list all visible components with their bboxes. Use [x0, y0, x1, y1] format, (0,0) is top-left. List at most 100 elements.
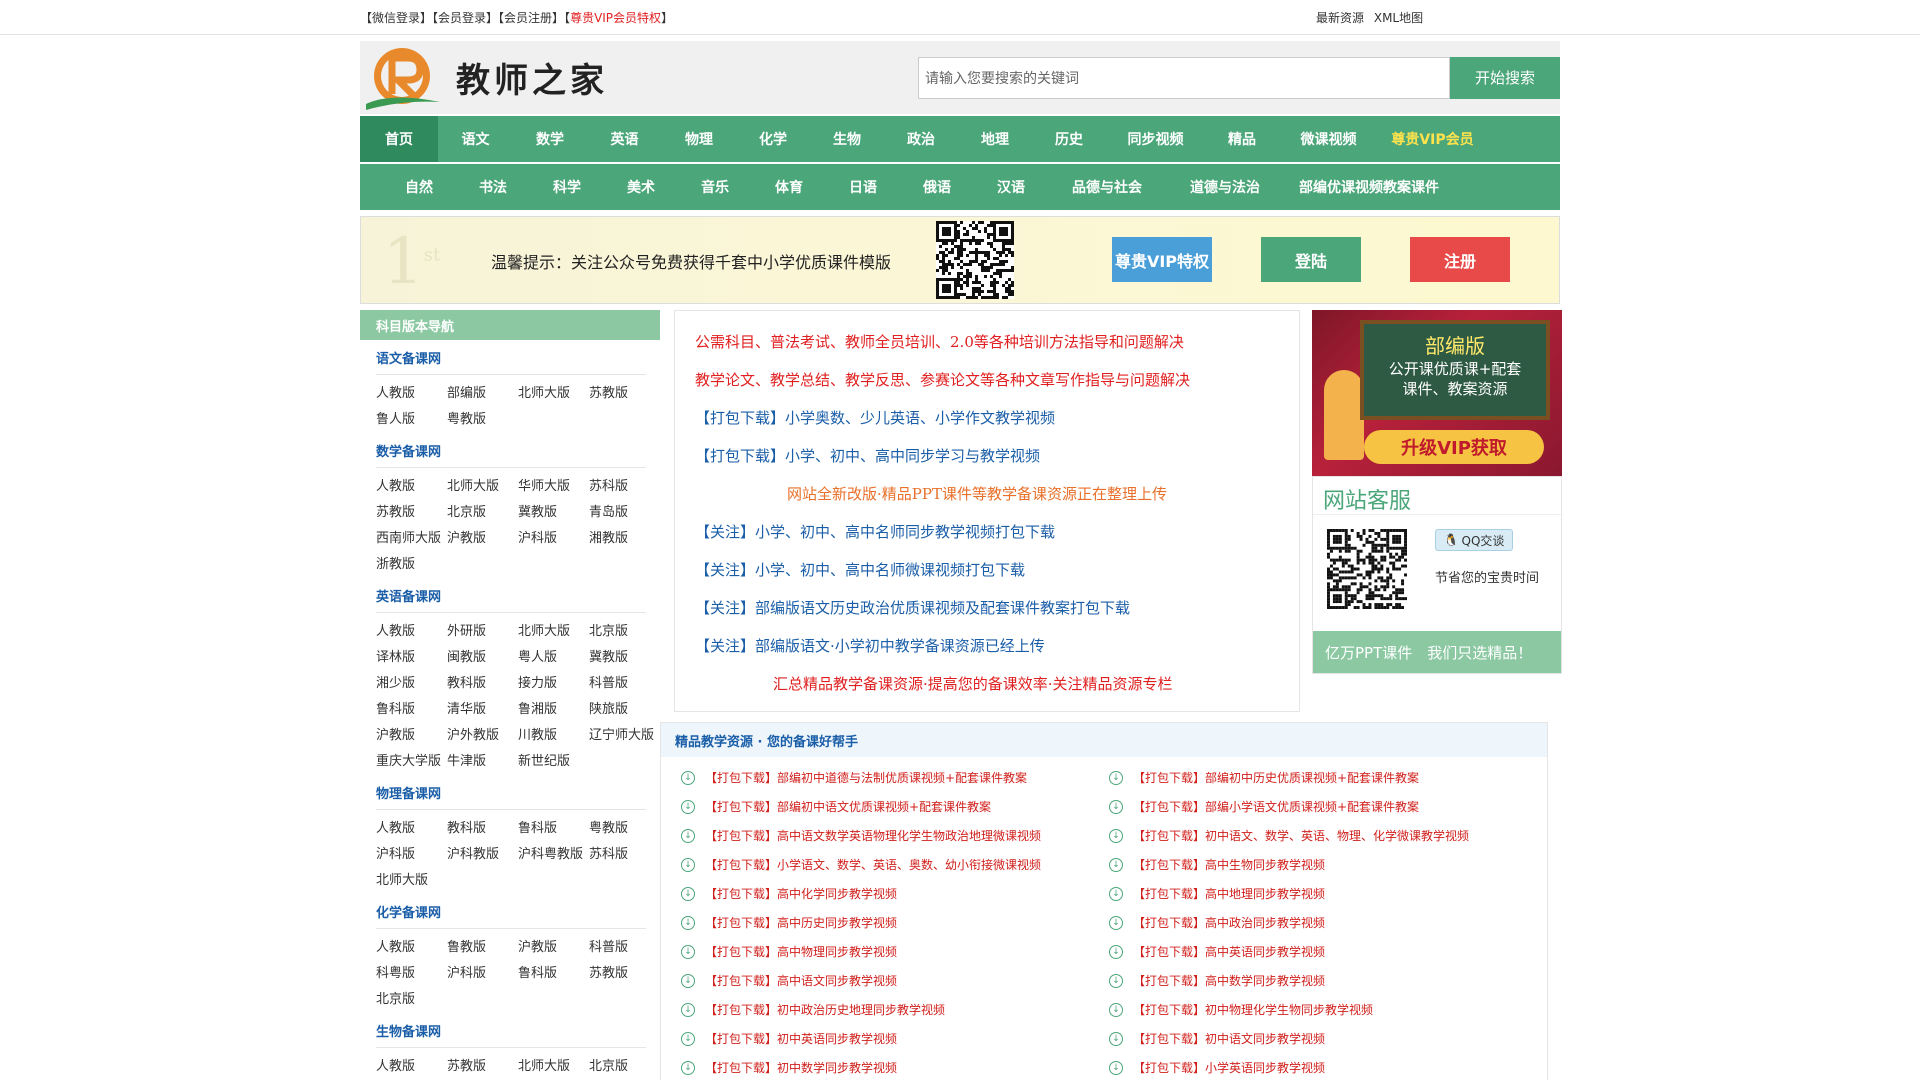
edition-link[interactable]: 北师大版 [518, 381, 589, 407]
resource-link[interactable]: ↓ 【打包下载】小学语文、数学、英语、奥数、幼小衔接微课视频 [681, 850, 1109, 879]
nav-item[interactable]: 首页 [360, 116, 438, 162]
edition-link[interactable]: 冀教版 [589, 645, 660, 671]
edition-link[interactable]: 北师大版 [447, 474, 518, 500]
edition-link[interactable]: 湘教版 [589, 526, 660, 552]
resource-link[interactable]: ↓ 【打包下载】高中化学同步教学视频 [681, 879, 1109, 908]
edition-link[interactable]: 北京版 [447, 500, 518, 526]
subject-title[interactable]: 生物备课网 [360, 1013, 660, 1047]
edition-link[interactable]: 西南师大版 [376, 526, 447, 552]
edition-link[interactable]: 人教版 [376, 816, 447, 842]
nav-item[interactable]: 数学 [513, 116, 587, 162]
edition-link[interactable]: 苏教版 [447, 1054, 518, 1080]
edition-link[interactable]: 科普版 [589, 671, 660, 697]
resource-link[interactable]: ↓ 【打包下载】初中数学同步教学视频 [681, 1053, 1109, 1080]
edition-link[interactable]: 青岛版 [589, 500, 660, 526]
edition-link[interactable]: 沪教版 [447, 526, 518, 552]
vip-privilege-button[interactable]: 尊贵VIP特权 [1112, 237, 1212, 282]
resource-link[interactable]: ↓ 【打包下载】初中物理化学生物同步教学视频 [1109, 995, 1537, 1024]
edition-link[interactable]: 沪科版 [376, 842, 447, 868]
resource-link[interactable]: ↓ 【打包下载】初中政治历史地理同步教学视频 [681, 995, 1109, 1024]
resource-link[interactable]: ↓ 【打包下载】初中语文、数学、英语、物理、化学微课教学视频 [1109, 821, 1537, 850]
edition-link[interactable]: 华师大版 [518, 474, 589, 500]
edition-link[interactable]: 沪科版 [447, 961, 518, 987]
notice-link[interactable]: 公需科目、普法考试、教师全员培训、2.0等各种培训方法指导和问题解决 [695, 323, 1299, 361]
edition-link[interactable]: 北京版 [589, 619, 660, 645]
edition-link[interactable]: 粤教版 [589, 816, 660, 842]
edition-link[interactable]: 教科版 [447, 816, 518, 842]
edition-link[interactable]: 川教版 [518, 723, 589, 749]
subnav-item[interactable]: 书法 [456, 164, 530, 210]
register-button[interactable]: 注册 [1410, 237, 1510, 282]
vip-privilege-link[interactable]: 尊贵VIP会员特权 [570, 11, 661, 25]
subnav-item[interactable]: 体育 [752, 164, 826, 210]
vip-ad-banner[interactable]: 部编版 公开课优质课+配套 课件、教案资源 升级VIP获取 [1312, 310, 1562, 476]
search-button[interactable]: 开始搜索 [1450, 56, 1560, 99]
nav-item[interactable]: 物理 [662, 116, 736, 162]
member-login-link[interactable]: 【会员登录】 [432, 11, 498, 25]
nav-item[interactable]: 地理 [958, 116, 1032, 162]
subnav-item[interactable]: 汉语 [974, 164, 1048, 210]
edition-link[interactable]: 闽教版 [447, 645, 518, 671]
edition-link[interactable]: 牛津版 [447, 749, 518, 775]
notice-link[interactable]: 【关注】小学、初中、高中名师微课视频打包下载 [695, 551, 1299, 589]
edition-link[interactable]: 北京版 [376, 987, 447, 1013]
subject-title[interactable]: 数学备课网 [360, 433, 660, 467]
edition-link[interactable]: 重庆大学版 [376, 749, 447, 775]
edition-link[interactable]: 人教版 [376, 935, 447, 961]
sitemap-link[interactable]: XML地图 [1374, 11, 1423, 25]
wechat-login-link[interactable]: 【微信登录】 [360, 11, 432, 25]
subnav-item[interactable]: 美术 [604, 164, 678, 210]
subnav-item[interactable]: 道德与法治 [1166, 164, 1284, 210]
resource-link[interactable]: ↓ 【打包下载】部编小学语文优质课视频+配套课件教案 [1109, 792, 1537, 821]
subject-title[interactable]: 语文备课网 [360, 340, 660, 374]
edition-link[interactable]: 鲁科版 [376, 697, 447, 723]
edition-link[interactable]: 苏教版 [589, 961, 660, 987]
resource-link[interactable]: ↓ 【打包下载】小学英语同步教学视频 [1109, 1053, 1537, 1080]
nav-item[interactable]: 政治 [884, 116, 958, 162]
edition-link[interactable]: 外研版 [447, 619, 518, 645]
edition-link[interactable]: 北师大版 [376, 868, 447, 894]
notice-link[interactable]: 【关注】部编版语文·小学初中教学备课资源已经上传 [695, 627, 1299, 665]
edition-link[interactable]: 沪科版 [518, 526, 589, 552]
resource-link[interactable]: ↓ 【打包下载】高中政治同步教学视频 [1109, 908, 1537, 937]
edition-link[interactable]: 鲁教版 [447, 935, 518, 961]
nav-item[interactable]: 同步视频 [1106, 116, 1205, 162]
nav-item[interactable]: 历史 [1032, 116, 1106, 162]
edition-link[interactable]: 接力版 [518, 671, 589, 697]
edition-link[interactable]: 清华版 [447, 697, 518, 723]
latest-resources-link[interactable]: 最新资源 [1316, 11, 1364, 25]
edition-link[interactable]: 苏科版 [589, 474, 660, 500]
notice-link[interactable]: 汇总精品教学备课资源·提高您的备课效率·关注精品资源专栏 [695, 665, 1299, 703]
nav-item[interactable]: 精品 [1205, 116, 1279, 162]
subnav-item[interactable]: 部编优课视频教案课件 [1284, 164, 1454, 210]
notice-link[interactable]: 【关注】小学、初中、高中名师同步教学视频打包下载 [695, 513, 1299, 551]
nav-item[interactable]: 尊贵VIP会员 [1378, 116, 1487, 162]
subnav-item[interactable]: 俄语 [900, 164, 974, 210]
edition-link[interactable]: 北师大版 [518, 619, 589, 645]
nav-item[interactable]: 英语 [587, 116, 662, 162]
edition-link[interactable]: 辽宁师大版 [589, 723, 660, 749]
edition-link[interactable]: 人教版 [376, 381, 447, 407]
site-logo[interactable]: 教师之家 [360, 41, 608, 114]
edition-link[interactable]: 鲁湘版 [518, 697, 589, 723]
edition-link[interactable]: 苏科版 [589, 842, 660, 868]
member-register-link[interactable]: 【会员注册】 [498, 11, 564, 25]
resource-link[interactable]: ↓ 【打包下载】高中数学同步教学视频 [1109, 966, 1537, 995]
edition-link[interactable]: 教科版 [447, 671, 518, 697]
edition-link[interactable]: 人教版 [376, 619, 447, 645]
resource-link[interactable]: ↓ 【打包下载】高中历史同步教学视频 [681, 908, 1109, 937]
resource-link[interactable]: ↓ 【打包下载】部编初中语文优质课视频+配套课件教案 [681, 792, 1109, 821]
resource-link[interactable]: ↓ 【打包下载】初中英语同步教学视频 [681, 1024, 1109, 1053]
edition-link[interactable]: 粤人版 [518, 645, 589, 671]
edition-link[interactable]: 北师大版 [518, 1054, 589, 1080]
edition-link[interactable]: 粤教版 [447, 407, 518, 433]
subnav-item[interactable]: 音乐 [678, 164, 752, 210]
edition-link[interactable]: 湘少版 [376, 671, 447, 697]
subject-title[interactable]: 物理备课网 [360, 775, 660, 809]
login-button[interactable]: 登陆 [1261, 237, 1361, 282]
notice-link[interactable]: 教学论文、教学总结、教学反思、参赛论文等各种文章写作指导与问题解决 [695, 361, 1299, 399]
nav-item[interactable]: 微课视频 [1279, 116, 1378, 162]
edition-link[interactable]: 陕旅版 [589, 697, 660, 723]
edition-link[interactable]: 新世纪版 [518, 749, 589, 775]
subject-title[interactable]: 化学备课网 [360, 894, 660, 928]
